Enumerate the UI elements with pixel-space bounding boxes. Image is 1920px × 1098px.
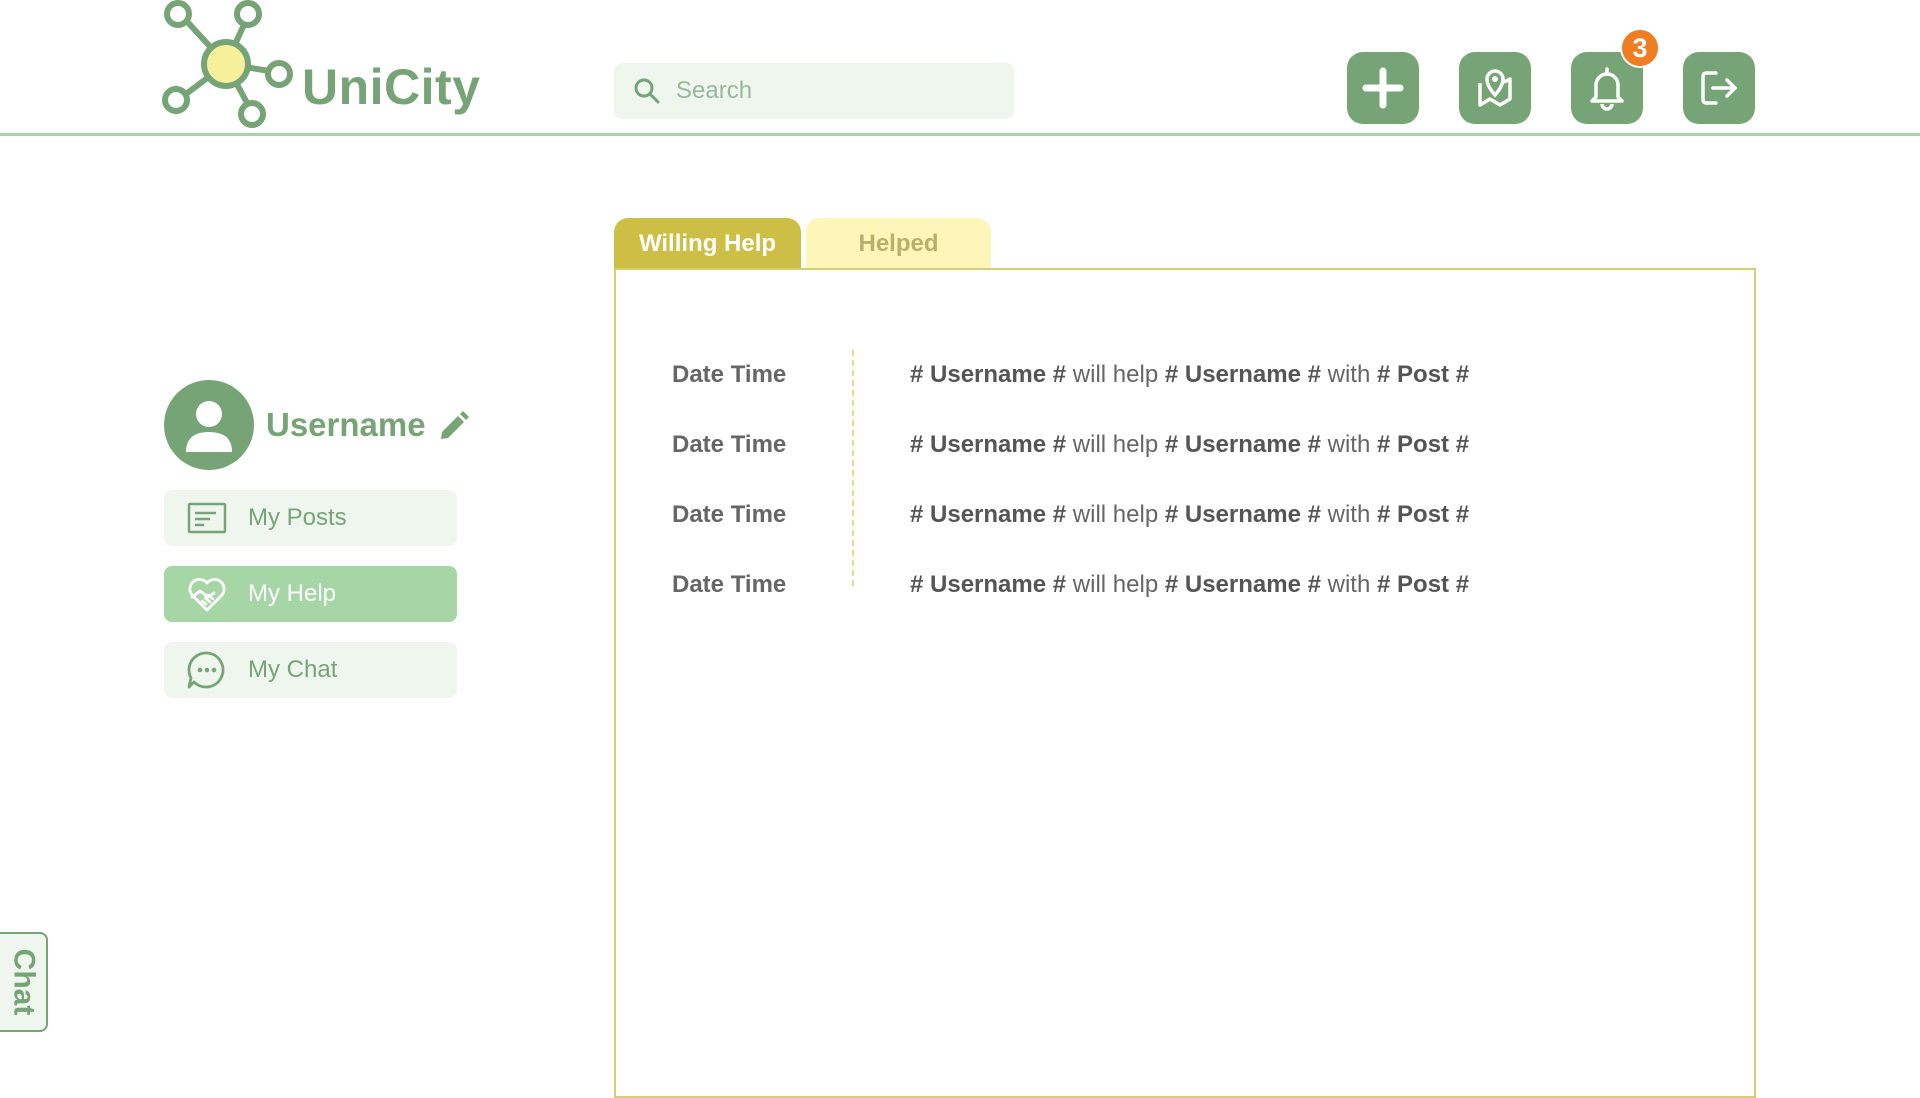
- posts-icon: [187, 502, 227, 534]
- helper-username[interactable]: Username: [930, 361, 1046, 388]
- feed-row: Date Time # Username # will help # Usern…: [672, 550, 1469, 620]
- plus-icon: [1362, 67, 1404, 109]
- chat-drawer-tab[interactable]: Chat: [0, 932, 48, 1032]
- map-button[interactable]: [1459, 52, 1531, 124]
- helper-username[interactable]: Username: [930, 501, 1046, 528]
- helped-username[interactable]: Username: [1185, 501, 1301, 528]
- notification-badge: 3: [1620, 28, 1660, 68]
- top-bar: UniCity 3: [0, 0, 1920, 136]
- feed-datetime: Date Time: [672, 431, 787, 458]
- heart-hand-icon: [188, 578, 226, 612]
- logo-icon: [162, 0, 293, 128]
- feed-message: # Username # will help # Username # with…: [910, 501, 1470, 528]
- helper-username[interactable]: Username: [930, 431, 1046, 458]
- helped-username[interactable]: Username: [1185, 431, 1301, 458]
- sidebar-item-my-posts[interactable]: My Posts: [164, 490, 457, 546]
- profile-header: Username: [164, 380, 470, 470]
- sidebar-item-label: My Help: [248, 580, 337, 607]
- profile-username: Username: [266, 406, 426, 443]
- map-pin-icon: [1478, 69, 1512, 107]
- post-link[interactable]: Post: [1397, 501, 1449, 528]
- avatar: [164, 380, 254, 470]
- app-name: UniCity: [302, 59, 481, 115]
- user-icon: [186, 401, 232, 452]
- sidebar-item-label: My Chat: [248, 656, 338, 683]
- chat-bubble-icon: [187, 651, 225, 689]
- feed-datetime: Date Time: [672, 361, 787, 388]
- feed-message: # Username # will help # Username # with…: [910, 571, 1470, 598]
- helped-username[interactable]: Username: [1185, 361, 1301, 388]
- sidebar-item-my-chat[interactable]: My Chat: [164, 642, 457, 698]
- pencil-icon[interactable]: [436, 408, 470, 442]
- helper-username[interactable]: Username: [930, 571, 1046, 598]
- tab-willing-help[interactable]: Willing Help: [614, 218, 801, 270]
- search-icon: [634, 78, 660, 104]
- sidebar-item-label: My Posts: [248, 504, 347, 531]
- post-link[interactable]: Post: [1397, 571, 1449, 598]
- tab-helped[interactable]: Helped: [806, 218, 991, 270]
- feed-datetime: Date Time: [672, 571, 787, 598]
- feed-row: Date Time # Username # will help # Usern…: [672, 410, 1469, 480]
- feed-row: Date Time # Username # will help # Usern…: [672, 340, 1469, 410]
- feed-row: Date Time # Username # will help # Usern…: [672, 480, 1469, 550]
- feed-message: # Username # will help # Username # with…: [910, 431, 1470, 458]
- logout-icon: [1701, 71, 1737, 105]
- post-link[interactable]: Post: [1397, 361, 1449, 388]
- feed-datetime: Date Time: [672, 501, 787, 528]
- post-link[interactable]: Post: [1397, 431, 1449, 458]
- search-bar[interactable]: [614, 63, 1014, 119]
- logout-button[interactable]: [1683, 52, 1755, 124]
- bell-icon: [1590, 67, 1624, 111]
- helped-username[interactable]: Username: [1185, 571, 1301, 598]
- chat-tab-label: Chat: [7, 948, 41, 1016]
- feed-message: # Username # will help # Username # with…: [910, 361, 1470, 388]
- activity-feed: Date Time # Username # will help # Usern…: [672, 340, 1469, 620]
- search-input[interactable]: [676, 77, 996, 105]
- add-button[interactable]: [1347, 52, 1419, 124]
- sidebar-item-my-help[interactable]: My Help: [164, 566, 457, 622]
